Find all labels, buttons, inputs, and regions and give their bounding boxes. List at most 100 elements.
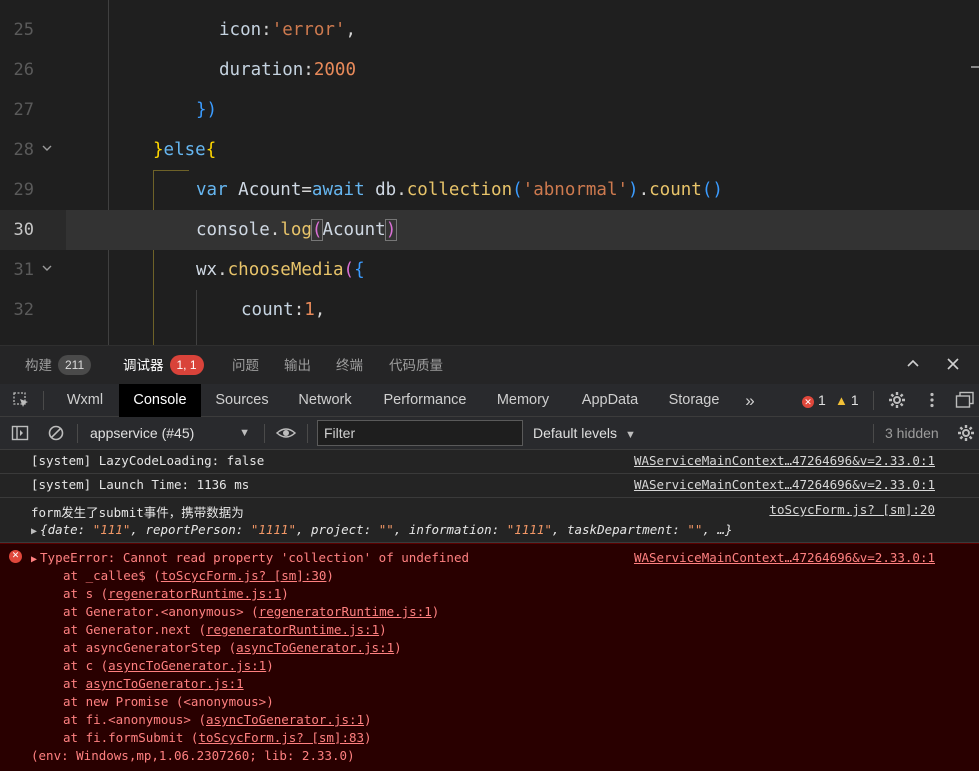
tab-code-quality[interactable]: 代码质量: [389, 346, 443, 386]
token: .: [638, 180, 650, 200]
code-line-29[interactable]: 29 var Acount=await db.collection('abnor…: [0, 170, 979, 210]
token: (: [343, 260, 355, 280]
message-source-link[interactable]: WAServiceMainContext…47264696&v=2.33.0:1: [634, 477, 935, 492]
stack-frame: at asyncToGenerator.js:1: [63, 676, 244, 691]
console-message[interactable]: [system] LazyCodeLoading: false WAServic…: [0, 450, 979, 474]
tab-performance[interactable]: Performance: [374, 384, 476, 417]
code-line-30[interactable]: 30 console.log(Acount): [0, 210, 979, 250]
obj-value: "1111": [506, 522, 552, 537]
error-text[interactable]: ▶ TypeError: Cannot read property 'collec…: [31, 550, 469, 565]
tab-label: 构建: [25, 358, 52, 373]
tab-memory[interactable]: Memory: [487, 384, 559, 417]
code-text: console.log(Acount): [196, 210, 398, 250]
tab-build[interactable]: 构建 211: [25, 346, 92, 386]
frame-link[interactable]: regeneratorRuntime.js:1: [206, 622, 379, 637]
dock-side-icon[interactable]: [955, 391, 975, 411]
tab-appdata[interactable]: AppData: [571, 384, 649, 417]
token: else: [163, 140, 206, 160]
tab-console[interactable]: Console: [119, 384, 201, 417]
more-tabs-button[interactable]: »: [736, 384, 764, 417]
code-line-27[interactable]: 27 }): [0, 90, 979, 130]
frame-link[interactable]: regeneratorRuntime.js:1: [259, 604, 432, 619]
token: log: [280, 220, 312, 240]
frame-link[interactable]: asyncToGenerator.js:1: [206, 712, 364, 727]
frame-link[interactable]: asyncToGenerator.js:1: [236, 640, 394, 655]
error-count: 1: [818, 392, 826, 408]
console-output[interactable]: [system] LazyCodeLoading: false WAServic…: [0, 450, 979, 771]
code-text: wx.chooseMedia({: [196, 250, 365, 290]
token: wx: [196, 260, 218, 280]
frame-link[interactable]: regeneratorRuntime.js:1: [108, 586, 281, 601]
env-info: (env: Windows,mp,1.06.2307260; lib: 2.33…: [31, 748, 355, 763]
tab-sources[interactable]: Sources: [205, 384, 279, 417]
token: var: [196, 180, 239, 200]
chevron-down-icon[interactable]: [40, 142, 54, 156]
obj-key: information: [408, 522, 492, 537]
frame-link[interactable]: toScycForm.js? [sm]:83: [198, 730, 364, 745]
tab-output[interactable]: 输出: [284, 346, 311, 386]
message-source-link[interactable]: WAServiceMainContext…47264696&v=2.33.0:1: [634, 453, 935, 468]
debugger-count-badge: 1, 1: [169, 355, 204, 375]
tab-debugger[interactable]: 调试器 1, 1: [123, 346, 204, 386]
chevron-down-icon[interactable]: [40, 262, 54, 276]
token: :: [303, 60, 314, 80]
code-line-32[interactable]: 32 count:1,: [0, 290, 979, 330]
inspect-element-icon[interactable]: [11, 391, 31, 411]
context-selector[interactable]: appservice (#45) ▼: [84, 421, 254, 446]
obj-tail: , …}: [702, 522, 733, 537]
console-message[interactable]: form发生了submit事件，携带数据为 toScycForm.js? [sm…: [0, 498, 979, 543]
chevron-up-icon[interactable]: [903, 356, 923, 376]
token: :: [293, 300, 305, 320]
object-preview[interactable]: ▶ {date: "111", reportPerson: "1111", pro…: [31, 522, 733, 537]
token: count: [241, 300, 294, 320]
eye-icon[interactable]: [275, 424, 297, 444]
code-editor[interactable]: 25 icon:'error', 26 duration:2000 27 }) …: [0, 0, 979, 345]
obj-value: "111": [92, 522, 131, 537]
error-counter[interactable]: ✕ 1: [802, 384, 826, 417]
token: 2000: [313, 60, 356, 80]
error-icon: ✕: [802, 396, 814, 408]
token: }): [196, 100, 218, 120]
tab-terminal[interactable]: 终端: [336, 346, 363, 386]
code-line-25[interactable]: 25 icon:'error',: [0, 10, 979, 50]
token: (: [310, 219, 324, 241]
error-icon: ✕: [9, 550, 22, 563]
frame-link[interactable]: asyncToGenerator.js:1: [108, 658, 266, 673]
sidebar-toggle-icon[interactable]: [10, 424, 30, 444]
message-source-link[interactable]: toScycForm.js? [sm]:20: [769, 502, 935, 517]
line-number: 27: [13, 100, 34, 120]
warning-counter[interactable]: ▲ 1: [835, 384, 859, 417]
frame-text: ): [364, 712, 372, 727]
tab-problems[interactable]: 问题: [232, 346, 259, 386]
gear-icon[interactable]: [887, 391, 907, 411]
more-vertical-icon[interactable]: [922, 391, 942, 411]
frame-text: at s (: [63, 586, 109, 601]
frame-text: at Generator.next (: [63, 622, 206, 637]
tab-network[interactable]: Network: [287, 384, 363, 417]
code-line-28[interactable]: 28 }else{: [0, 130, 979, 170]
filter-input[interactable]: [317, 420, 523, 446]
expand-triangle-icon[interactable]: ▶: [31, 526, 37, 537]
divider: [873, 424, 874, 443]
token: duration: [219, 60, 304, 80]
code-line-26[interactable]: 26 duration:2000: [0, 50, 979, 90]
log-levels-dropdown[interactable]: Default levels ▼: [533, 417, 636, 450]
frame-link[interactable]: asyncToGenerator.js:1: [86, 676, 244, 691]
expand-triangle-icon[interactable]: ▶: [31, 554, 37, 565]
console-error-message[interactable]: ✕ ▶ TypeError: Cannot read property 'coll…: [0, 543, 979, 771]
warning-count: 1: [850, 392, 859, 408]
gear-icon[interactable]: [956, 424, 976, 444]
token: db: [375, 180, 397, 200]
error-source-link[interactable]: WAServiceMainContext…47264696&v=2.33.0:1: [634, 550, 935, 565]
frame-text: at Generator.<anonymous> (: [63, 604, 259, 619]
frame-text: ): [364, 730, 372, 745]
clear-console-icon[interactable]: [46, 424, 66, 444]
token: 'error': [271, 20, 346, 40]
code-line-31[interactable]: 31 wx.chooseMedia({: [0, 250, 979, 290]
frame-link[interactable]: toScycForm.js? [sm]:30: [161, 568, 327, 583]
close-icon[interactable]: [943, 356, 963, 376]
context-value: appservice (#45): [90, 425, 195, 441]
tab-wxml[interactable]: Wxml: [55, 384, 115, 417]
tab-storage[interactable]: Storage: [660, 384, 728, 417]
console-message[interactable]: [system] Launch Time: 1136 ms WAServiceM…: [0, 474, 979, 498]
